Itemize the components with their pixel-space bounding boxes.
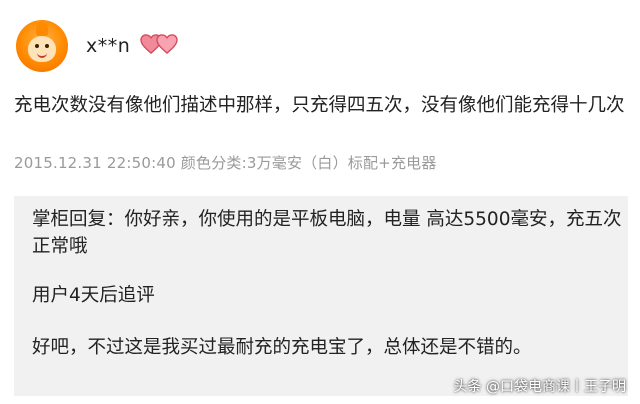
avatar-eye (45, 44, 49, 48)
followup-text: 好吧，不过这是我买过最耐充的充电宝了，总体还是不错的。 (32, 337, 532, 358)
double-heart-icon (140, 34, 180, 58)
review-content: 充电次数没有像他们描述中那样，只充得四五次，没有像他们能充得十几次 (14, 95, 625, 116)
review-meta: 2015.12.31 22:50:40 颜色分类:3万毫安（白）标配+充电器 (14, 154, 437, 172)
avatar-eye (35, 44, 39, 48)
avatar-face (28, 36, 56, 62)
review-header: x**n (16, 20, 180, 72)
avatar[interactable] (16, 20, 68, 72)
watermark: 头条 @口袋电商课丨王子明 (453, 379, 626, 395)
avatar-tuft (36, 22, 48, 36)
followup-label: 用户4天后追评 (32, 285, 155, 306)
seller-reply-box: 掌柜回复：你好亲，你使用的是平板电脑，电量 高达5500毫安，充五次正常哦 用户… (14, 196, 628, 396)
seller-reply-text: 掌柜回复：你好亲，你使用的是平板电脑，电量 高达5500毫安，充五次正常哦 (32, 209, 622, 257)
username[interactable]: x**n (86, 35, 130, 57)
avatar-mouth (37, 51, 47, 58)
review-card: x**n 充电次数没有像他们描述中那样，只充得四五次，没有像他们能充得十几次 2… (0, 0, 640, 404)
